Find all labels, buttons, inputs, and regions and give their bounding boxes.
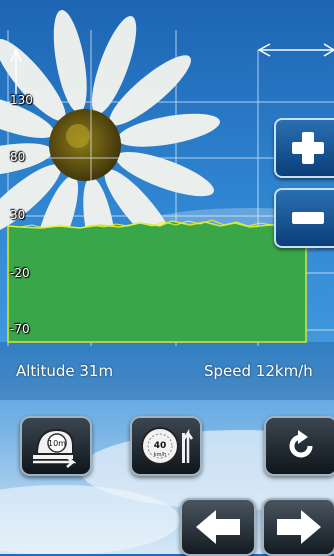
y-tick-label: 130 xyxy=(10,93,33,107)
y-tick-label: -20 xyxy=(10,266,30,280)
y-tick-label: 30 xyxy=(10,208,26,222)
speed-badge: 40 xyxy=(154,441,167,451)
refresh-icon xyxy=(289,430,313,458)
y-tick-label: -70 xyxy=(10,322,30,336)
distance-badge: 10m xyxy=(48,439,66,448)
minus-icon xyxy=(292,212,324,224)
distance-scale-arrow xyxy=(257,43,334,57)
y-tick-label: 80 xyxy=(10,150,26,164)
y-axis-arrow xyxy=(10,48,22,94)
arrow-right-icon xyxy=(277,510,321,544)
tape-measure-icon: 10m xyxy=(33,428,77,468)
altitude-readout: Altitude 31m xyxy=(16,362,114,380)
forward-button[interactable] xyxy=(262,498,334,556)
status-bar: Altitude 31m Speed 12km/h xyxy=(0,346,334,396)
refresh-button[interactable] xyxy=(264,416,334,476)
speed-readout: Speed 12km/h xyxy=(204,362,313,380)
distance-button[interactable]: 10m xyxy=(20,416,92,476)
back-button[interactable] xyxy=(180,498,256,556)
altitude-profile-area xyxy=(7,220,307,343)
zoom-in-button[interactable] xyxy=(274,118,334,178)
arrow-left-icon xyxy=(196,510,240,544)
plus-icon xyxy=(292,132,324,164)
speed-unit: km/h xyxy=(154,452,167,458)
zoom-out-button[interactable] xyxy=(274,188,334,248)
speedometer-icon: 40 km/h xyxy=(141,427,194,465)
speed-button[interactable]: 40 km/h xyxy=(130,416,202,476)
